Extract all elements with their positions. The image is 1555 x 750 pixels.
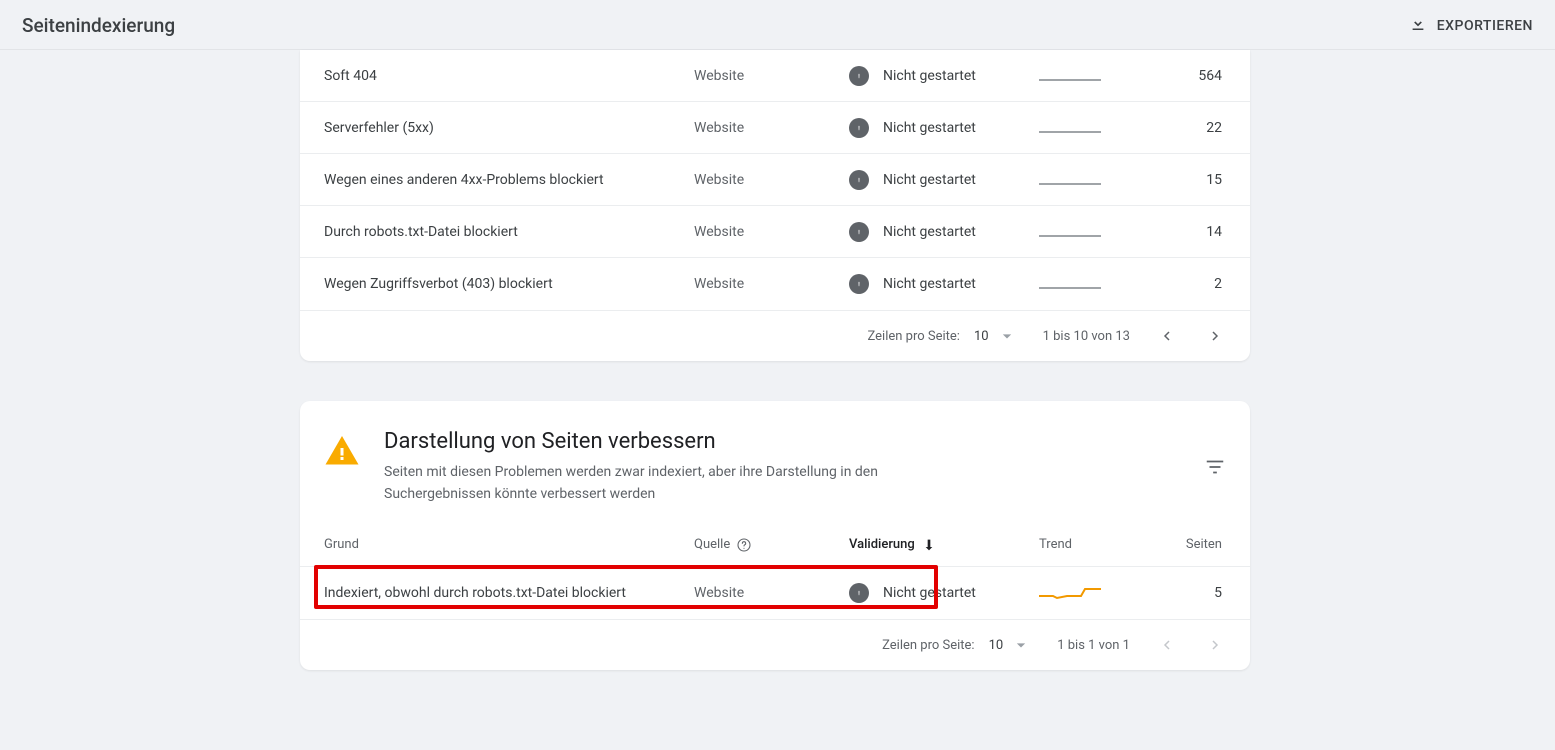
row-source: Website [694,120,849,136]
trend-sparkline [1039,121,1107,135]
row-validation: Nicht gestartet [849,66,1039,86]
row-pages: 2 [1139,276,1226,292]
row-reason: Wegen eines anderen 4xx-Problems blockie… [324,172,694,188]
filter-icon[interactable] [1204,456,1226,478]
improve-pagination: Zeilen pro Seite: 10 1 bis 1 von 1 [300,619,1250,670]
row-reason: Wegen Zugriffsverbot (403) blockiert [324,276,694,292]
help-icon[interactable] [736,537,752,553]
status-not-started-icon [849,66,869,86]
trend-sparkline [1039,585,1107,601]
table-row[interactable]: Durch robots.txt-Datei blockiert Website… [300,206,1250,258]
prev-page-button[interactable] [1156,325,1178,347]
row-reason: Indexiert, obwohl durch robots.txt-Datei… [324,585,694,601]
improve-card-header: Darstellung von Seiten verbessern Seiten… [300,401,1250,523]
row-validation-text: Nicht gestartet [883,276,976,292]
export-label: EXPORTIEREN [1437,18,1533,34]
status-not-started-icon [849,222,869,242]
col-source-header[interactable]: Quelle [694,537,849,553]
col-trend-header[interactable]: Trend [1039,537,1139,552]
dropdown-icon [1011,635,1031,655]
trend-sparkline [1039,277,1107,291]
row-validation: Nicht gestartet [849,222,1039,242]
row-validation-text: Nicht gestartet [883,172,976,188]
row-validation-text: Nicht gestartet [883,120,976,136]
row-trend [1039,121,1139,135]
next-page-button[interactable] [1204,325,1226,347]
warning-icon [324,433,360,469]
sort-desc-icon [921,537,937,553]
issues-pagination: Zeilen pro Seite: 10 1 bis 10 von 13 [300,310,1250,361]
improve-card-subtitle: Seiten mit diesen Problemen werden zwar … [384,462,944,505]
row-validation-text: Nicht gestartet [883,585,976,601]
row-validation: Nicht gestartet [849,583,1039,603]
row-pages: 564 [1139,68,1226,84]
table-row[interactable]: Wegen eines anderen 4xx-Problems blockie… [300,154,1250,206]
table-row[interactable]: Wegen Zugriffsverbot (403) blockiert Web… [300,258,1250,310]
row-trend [1039,585,1139,601]
status-not-started-icon [849,583,869,603]
row-pages: 14 [1139,224,1226,240]
table-row[interactable]: Indexiert, obwohl durch robots.txt-Datei… [300,567,1250,619]
improve-columns-header: Grund Quelle Validierung Trend Seiten [300,523,1250,567]
improve-card-title: Darstellung von Seiten verbessern [384,429,1180,454]
download-icon [1409,15,1427,37]
row-source: Website [694,172,849,188]
row-validation: Nicht gestartet [849,274,1039,294]
row-trend [1039,69,1139,83]
col-pages-header[interactable]: Seiten [1139,537,1226,552]
trend-sparkline [1039,69,1107,83]
row-source: Website [694,585,849,601]
row-reason: Serverfehler (5xx) [324,120,694,136]
trend-sparkline [1039,225,1107,239]
row-trend [1039,173,1139,187]
col-validation-header[interactable]: Validierung [849,537,1039,553]
status-not-started-icon [849,274,869,294]
row-pages: 5 [1139,585,1226,601]
row-pages: 15 [1139,172,1226,188]
status-not-started-icon [849,170,869,190]
rows-per-page-label: Zeilen pro Seite: [868,329,960,344]
row-reason: Durch robots.txt-Datei blockiert [324,224,694,240]
page-title: Seitenindexierung [22,14,175,37]
row-source: Website [694,68,849,84]
improve-card: Darstellung von Seiten verbessern Seiten… [300,401,1250,670]
export-button[interactable]: EXPORTIEREN [1409,15,1533,37]
trend-sparkline [1039,173,1107,187]
table-row[interactable]: Soft 404 Website Nicht gestartet 564 [300,50,1250,102]
row-trend [1039,277,1139,291]
pagination-range: 1 bis 10 von 13 [1043,329,1130,344]
row-source: Website [694,224,849,240]
row-reason: Soft 404 [324,68,694,84]
table-row[interactable]: Serverfehler (5xx) Website Nicht gestart… [300,102,1250,154]
rows-per-page-value: 10 [974,329,989,344]
next-page-button [1204,634,1226,656]
row-validation: Nicht gestartet [849,170,1039,190]
row-pages: 22 [1139,120,1226,136]
row-source: Website [694,276,849,292]
rows-per-page-select[interactable]: 10 [974,326,1017,346]
prev-page-button [1156,634,1178,656]
topbar: Seitenindexierung EXPORTIEREN [0,0,1555,50]
rows-per-page-value: 10 [989,638,1004,653]
rows-per-page-label: Zeilen pro Seite: [882,638,974,653]
col-reason-header[interactable]: Grund [324,537,694,552]
issues-card: Soft 404 Website Nicht gestartet 564 Ser… [300,50,1250,361]
dropdown-icon [997,326,1017,346]
pagination-range: 1 bis 1 von 1 [1057,638,1130,653]
row-validation: Nicht gestartet [849,118,1039,138]
status-not-started-icon [849,118,869,138]
row-validation-text: Nicht gestartet [883,224,976,240]
row-validation-text: Nicht gestartet [883,68,976,84]
rows-per-page-select[interactable]: 10 [989,635,1032,655]
row-trend [1039,225,1139,239]
